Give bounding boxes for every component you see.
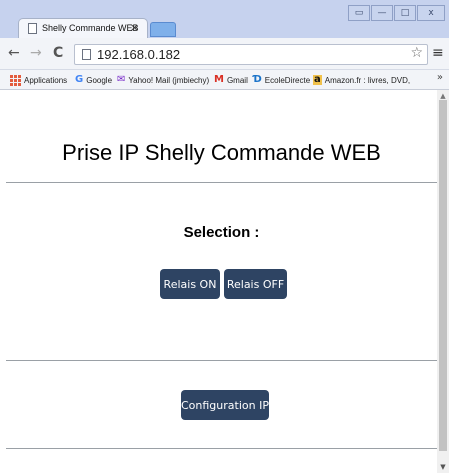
address-bar[interactable]: 192.168.0.182 ☆ [74, 44, 428, 65]
bookmark-applications[interactable]: Applications [10, 73, 67, 87]
selection-heading: Selection : [183, 224, 260, 241]
window-titlebar: Shelly Commande WEB × ▭ — □ x [0, 0, 449, 38]
bookmarks-bar: Applications G Google ✉ Yahoo! Mail (jmb… [0, 70, 449, 90]
minimize-icon[interactable]: — [371, 5, 393, 21]
new-tab-button[interactable] [150, 22, 176, 37]
yahoo-mail-icon: ✉ [117, 74, 126, 85]
relay-on-button[interactable]: Relais ON [160, 269, 220, 299]
back-arrow-icon[interactable]: ← [8, 45, 20, 61]
apps-grid-icon [10, 74, 21, 86]
configuration-ip-button[interactable]: Configuration IP [181, 390, 269, 420]
tab-title: Shelly Commande WEB [42, 23, 139, 33]
bookmark-label: Applications [24, 75, 68, 85]
tab-close-icon[interactable]: × [130, 21, 139, 34]
menu-icon[interactable]: ≡ [432, 45, 444, 61]
forward-arrow-icon[interactable]: → [30, 45, 42, 61]
relay-off-button[interactable]: Relais OFF [224, 269, 287, 299]
google-icon: G [75, 74, 84, 85]
browser-tab[interactable]: Shelly Commande WEB × [18, 18, 148, 38]
scroll-up-icon[interactable]: ▲ [437, 92, 449, 100]
address-url[interactable]: 192.168.0.182 [97, 47, 180, 62]
bookmark-label: Gmail [226, 75, 248, 85]
bookmark-amazon[interactable]: a Amazon.fr : livres, DVD, [313, 73, 410, 87]
page-viewport: Prise IP Shelly Commande WEB Selection :… [6, 90, 437, 473]
bookmark-star-icon[interactable]: ☆ [410, 45, 423, 61]
gmail-icon: M [214, 74, 224, 85]
scroll-down-icon[interactable]: ▼ [437, 463, 449, 471]
divider [6, 182, 437, 183]
close-window-icon[interactable]: x [417, 5, 445, 21]
bookmark-google[interactable]: G Google [75, 73, 112, 87]
bookmark-yahoo-mail[interactable]: ✉ Yahoo! Mail (jmbiechy) [117, 73, 209, 87]
reload-icon[interactable]: C [53, 45, 63, 61]
restore-icon[interactable]: ▭ [348, 5, 370, 21]
scrollbar-thumb[interactable] [439, 100, 447, 451]
divider [6, 448, 437, 449]
divider [6, 360, 437, 361]
amazon-icon: a [313, 74, 322, 85]
maximize-icon[interactable]: □ [394, 5, 416, 21]
ecoledirecte-icon: Ɗ [253, 74, 262, 85]
page-title: Prise IP Shelly Commande WEB [62, 140, 381, 165]
bookmark-gmail[interactable]: M Gmail [214, 73, 248, 87]
bookmark-label: Google [86, 75, 113, 85]
page-icon [28, 23, 37, 34]
bookmark-label: EcoleDirecte [264, 75, 311, 85]
chevron-more-icon[interactable]: » [437, 72, 443, 83]
bookmark-ecoledirecte[interactable]: Ɗ EcoleDirecte [253, 73, 310, 87]
document-icon [82, 49, 91, 60]
window-controls: ▭ — □ x [348, 5, 445, 21]
vertical-scrollbar[interactable]: ▲ ▼ [437, 90, 449, 473]
bookmark-label: Amazon.fr : livres, DVD, [324, 75, 411, 85]
browser-chrome: Shelly Commande WEB × ▭ — □ x ← → C 192.… [0, 0, 449, 90]
browser-toolbar: ← → C 192.168.0.182 ☆ ≡ [0, 38, 449, 70]
bookmark-label: Yahoo! Mail (jmbiechy) [128, 75, 210, 85]
